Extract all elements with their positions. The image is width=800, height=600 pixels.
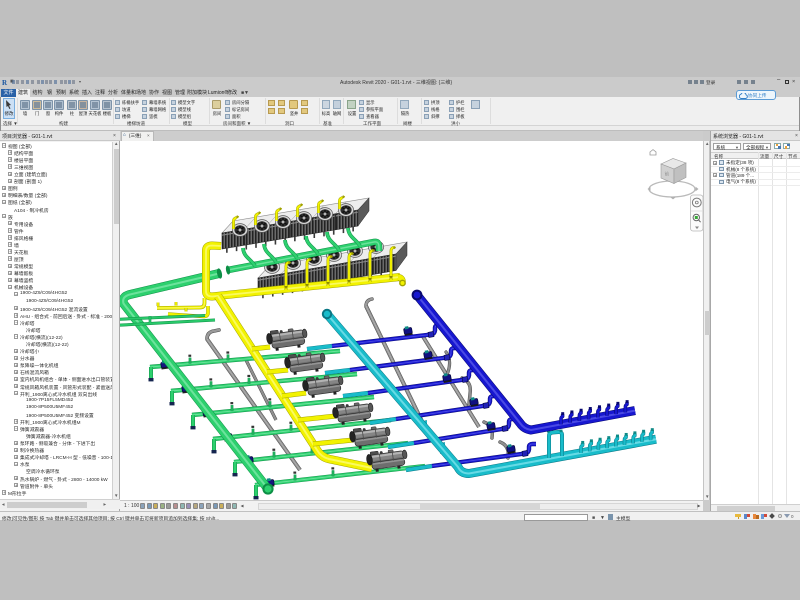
svg-text:前: 前	[665, 171, 670, 178]
